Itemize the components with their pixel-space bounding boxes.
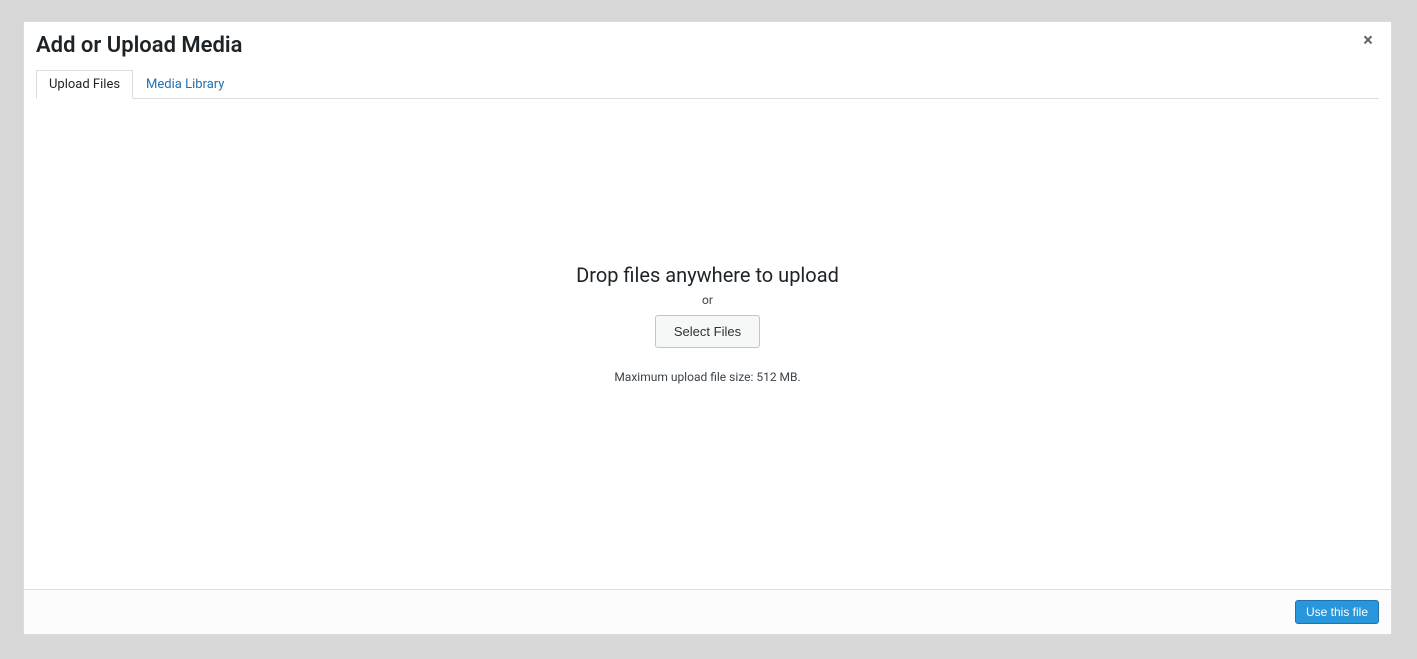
- or-text: or: [702, 293, 713, 307]
- modal-title: Add or Upload Media: [36, 30, 1379, 67]
- max-upload-size: Maximum upload file size: 512 MB.: [614, 370, 800, 384]
- select-files-button[interactable]: Select Files: [655, 315, 760, 348]
- media-upload-modal: Add or Upload Media × Upload Files Media…: [23, 21, 1392, 635]
- modal-footer: Use this file: [24, 589, 1391, 634]
- tabs: Upload Files Media Library: [36, 69, 1379, 99]
- tab-media-library[interactable]: Media Library: [133, 70, 237, 99]
- drop-instructions: Drop files anywhere to upload: [576, 263, 839, 287]
- modal-header: Add or Upload Media × Upload Files Media…: [24, 22, 1391, 99]
- use-this-file-button[interactable]: Use this file: [1295, 600, 1379, 624]
- upload-dropzone[interactable]: Drop files anywhere to upload or Select …: [24, 99, 1391, 589]
- close-icon[interactable]: ×: [1359, 32, 1377, 50]
- tab-upload-files[interactable]: Upload Files: [36, 70, 133, 99]
